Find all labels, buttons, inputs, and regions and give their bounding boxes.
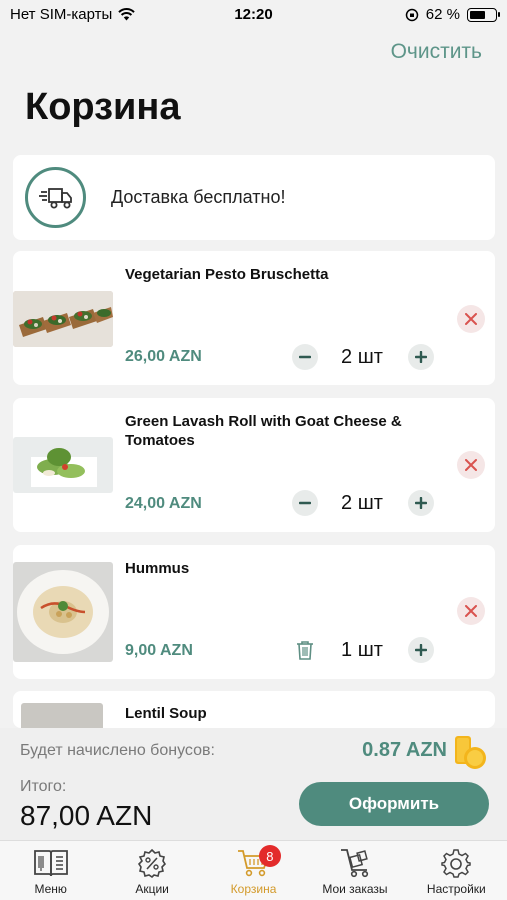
cart-item: Lentil Soup bbox=[13, 691, 495, 728]
tab-label: Акции bbox=[135, 882, 169, 896]
close-icon bbox=[465, 313, 477, 325]
tab-label: Корзина bbox=[230, 882, 277, 896]
cart-item: Green Lavash Roll with Goat Cheese & Tom… bbox=[13, 398, 495, 532]
item-price: 24,00 AZN bbox=[125, 495, 202, 512]
delete-item-button[interactable] bbox=[292, 637, 318, 663]
item-name: Vegetarian Pesto Bruschetta bbox=[125, 266, 329, 283]
discount-badge-icon bbox=[134, 847, 170, 879]
plus-icon bbox=[415, 644, 427, 656]
tab-menu[interactable]: Меню bbox=[0, 841, 101, 900]
lavash-roll-image bbox=[13, 437, 113, 493]
battery-fill bbox=[470, 10, 485, 19]
item-quantity: 1 шт bbox=[341, 639, 383, 661]
increase-qty-button[interactable] bbox=[408, 490, 434, 516]
increase-qty-button[interactable] bbox=[408, 637, 434, 663]
battery-percent: 62 % bbox=[425, 6, 460, 23]
page-title: Корзина bbox=[25, 86, 181, 128]
orders-cart-icon bbox=[337, 847, 373, 879]
decrease-qty-button[interactable] bbox=[292, 490, 318, 516]
item-price: 26,00 AZN bbox=[125, 348, 202, 365]
tab-label: Мои заказы bbox=[322, 882, 388, 896]
cart-item: Hummus 9,00 AZN 1 шт bbox=[13, 545, 495, 679]
plus-icon bbox=[415, 497, 427, 509]
cart-item: Vegetarian Pesto Bruschetta 26,00 AZN 2 … bbox=[13, 251, 495, 385]
item-quantity: 2 шт bbox=[341, 492, 383, 514]
menu-book-icon bbox=[33, 847, 69, 879]
remove-item-button[interactable] bbox=[457, 305, 485, 333]
delivery-text: Доставка бесплатно! bbox=[111, 187, 286, 207]
item-name: Green Lavash Roll with Goat Cheese & Tom… bbox=[125, 413, 402, 449]
tab-promotions[interactable]: Акции bbox=[101, 841, 202, 900]
item-name: Hummus bbox=[125, 560, 190, 577]
lentil-soup-image bbox=[21, 703, 103, 728]
coins-icon bbox=[455, 736, 486, 769]
close-icon bbox=[465, 459, 477, 471]
item-quantity: 2 шт bbox=[341, 346, 383, 368]
delivery-banner: Доставка бесплатно! bbox=[13, 155, 495, 240]
plus-icon bbox=[415, 351, 427, 363]
battery-icon bbox=[467, 7, 500, 22]
total-value: 87,00 AZN bbox=[20, 800, 153, 831]
item-price: 9,00 AZN bbox=[125, 642, 193, 659]
status-bar: Нет SIM-карты 12:20 62 % bbox=[0, 0, 507, 30]
clear-cart-button[interactable]: Очистить bbox=[391, 40, 482, 64]
hummus-image bbox=[13, 562, 113, 662]
checkout-button[interactable]: Оформить bbox=[299, 782, 489, 826]
decrease-qty-button[interactable] bbox=[292, 344, 318, 370]
gear-icon bbox=[438, 847, 474, 879]
bruschetta-image bbox=[13, 291, 113, 347]
tab-cart[interactable]: 8 Корзина bbox=[203, 841, 304, 900]
tab-label: Настройки bbox=[426, 882, 486, 896]
trash-icon bbox=[297, 641, 313, 660]
minus-icon bbox=[299, 501, 311, 505]
delivery-truck-icon bbox=[25, 167, 86, 228]
tab-settings[interactable]: Настройки bbox=[406, 841, 507, 900]
item-name: Lentil Soup bbox=[125, 705, 207, 722]
bonus-label: Будет начислено бонусов: bbox=[20, 742, 215, 759]
tab-label: Меню bbox=[34, 882, 67, 896]
minus-icon bbox=[299, 355, 311, 359]
tab-bar: Меню Акции 8 Корзина Мои заказы Настройк… bbox=[0, 840, 507, 900]
close-icon bbox=[465, 605, 477, 617]
remove-item-button[interactable] bbox=[457, 451, 485, 479]
bonus-value: 0.87 AZN bbox=[362, 739, 447, 761]
tab-my-orders[interactable]: Мои заказы bbox=[304, 841, 405, 900]
cart-count-badge: 8 bbox=[258, 845, 281, 867]
total-label: Итого: bbox=[20, 778, 67, 795]
increase-qty-button[interactable] bbox=[408, 344, 434, 370]
orientation-lock-icon bbox=[405, 8, 419, 21]
order-summary: Будет начислено бонусов: 0.87 AZN Итого:… bbox=[0, 728, 507, 840]
remove-item-button[interactable] bbox=[457, 597, 485, 625]
status-right: 62 % bbox=[405, 6, 500, 23]
